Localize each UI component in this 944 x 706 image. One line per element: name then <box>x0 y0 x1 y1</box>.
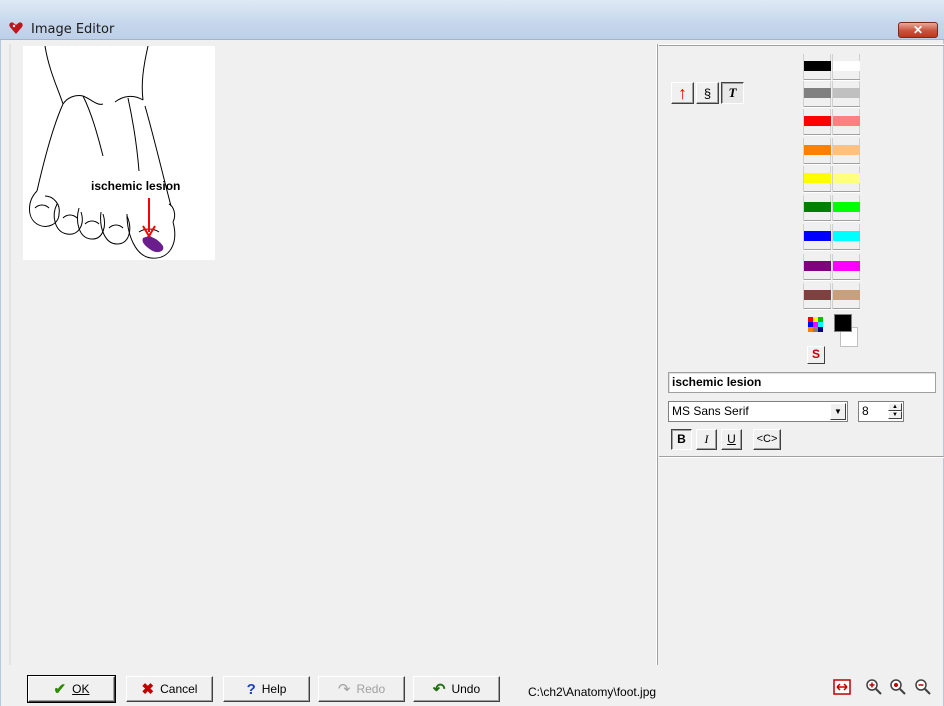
swatch-magenta[interactable] <box>832 254 860 280</box>
ok-label: OK <box>72 682 90 696</box>
swatch-white[interactable] <box>832 54 860 80</box>
panel-mid-separator <box>659 456 944 457</box>
swatch-blue[interactable] <box>803 224 831 250</box>
italic-button[interactable]: I <box>696 429 717 450</box>
x-icon: ✖ <box>141 681 155 698</box>
redo-button[interactable]: ↷ Redo <box>318 676 405 702</box>
swatch-brown[interactable] <box>803 283 831 309</box>
panel-top-separator <box>659 44 944 45</box>
image-canvas[interactable]: ischemic lesion <box>9 44 657 665</box>
swatch-purple[interactable] <box>803 254 831 280</box>
undo-label: Undo <box>451 682 481 696</box>
annotation-label[interactable]: ischemic lesion <box>91 179 180 193</box>
app-heart-icon <box>9 22 23 34</box>
swatch-gray[interactable] <box>803 81 831 107</box>
title-bar: Image Editor ✕ <box>0 0 944 40</box>
font-size-stepper[interactable]: 8 ▲ ▼ <box>858 401 904 422</box>
underline-button[interactable]: U <box>721 429 742 450</box>
undo-icon: ↶ <box>432 681 446 698</box>
zoom-actual-icon <box>890 679 906 695</box>
swatch-red[interactable] <box>803 109 831 135</box>
red-arrow-icon: ↑ <box>678 82 687 103</box>
window-body: ischemic lesion ↑ § T S ischemic lesion … <box>0 40 944 706</box>
zoom-in-button[interactable] <box>863 676 885 698</box>
zoom-in-icon <box>866 679 882 695</box>
code-button[interactable]: <C> <box>753 429 781 450</box>
font-name-value: MS Sans Serif <box>672 404 749 418</box>
swatch-light-red[interactable] <box>832 109 860 135</box>
redo-label: Redo <box>356 682 386 696</box>
foot-image <box>23 46 215 260</box>
fit-width-icon <box>833 679 851 695</box>
help-label: Help <box>261 682 287 696</box>
swap-colors-button[interactable]: S <box>807 346 825 364</box>
spin-up-icon[interactable]: ▲ <box>888 403 902 411</box>
canvas-edge <box>9 44 11 665</box>
swatch-cyan[interactable] <box>832 224 860 250</box>
fit-width-button[interactable] <box>831 676 853 698</box>
help-button[interactable]: ? Help <box>223 676 310 702</box>
zoom-out-button[interactable] <box>912 676 934 698</box>
foreground-color-swatch[interactable] <box>834 314 852 332</box>
window-title: Image Editor <box>31 22 115 37</box>
tool-panel: ↑ § T S ischemic lesion MS Sans Serif ▼ … <box>659 44 944 665</box>
text-tool-icon: T <box>728 85 737 100</box>
undo-button[interactable]: ↶ Undo <box>413 676 500 702</box>
swatch-light-yellow[interactable] <box>832 166 860 192</box>
question-icon: ? <box>246 680 256 698</box>
close-button[interactable]: ✕ <box>898 22 938 38</box>
annotation-text-field[interactable]: ischemic lesion <box>668 372 936 393</box>
swatch-yellow[interactable] <box>803 166 831 192</box>
swatch-green[interactable] <box>803 195 831 221</box>
font-size-value: 8 <box>862 404 869 418</box>
zoom-out-icon <box>915 679 931 695</box>
swatch-orange[interactable] <box>803 138 831 164</box>
zoom-actual-button[interactable] <box>887 676 909 698</box>
swatch-lime[interactable] <box>832 195 860 221</box>
file-path: C:\ch2\Anatomy\foot.jpg <box>528 685 657 699</box>
arrow-tool-button[interactable]: ↑ <box>671 82 694 104</box>
custom-color-icon[interactable] <box>806 315 826 335</box>
text-tool-button[interactable]: T <box>721 82 744 104</box>
chevron-down-icon[interactable]: ▼ <box>830 403 846 420</box>
ok-button[interactable]: ✔ OK <box>27 675 116 703</box>
font-name-select[interactable]: MS Sans Serif ▼ <box>668 401 848 422</box>
bold-button[interactable]: B <box>671 429 692 450</box>
cancel-button[interactable]: ✖ Cancel <box>126 676 213 702</box>
checkmark-icon: ✔ <box>53 681 67 698</box>
bottom-toolbar: ✔ OK ✖ Cancel ? Help ↷ Redo ↶ Undo C:\ch… <box>1 665 944 706</box>
swatch-light-orange[interactable] <box>832 138 860 164</box>
swatch-black[interactable] <box>803 54 831 80</box>
freehand-tool-button[interactable]: § <box>696 82 719 104</box>
cancel-label: Cancel <box>160 682 198 696</box>
redo-icon: ↷ <box>337 681 351 698</box>
spin-down-icon[interactable]: ▼ <box>888 411 902 419</box>
freehand-icon: § <box>703 85 712 101</box>
swatch-silver[interactable] <box>832 81 860 107</box>
font-size-spin[interactable]: ▲ ▼ <box>888 403 902 420</box>
swatch-tan[interactable] <box>832 283 860 309</box>
